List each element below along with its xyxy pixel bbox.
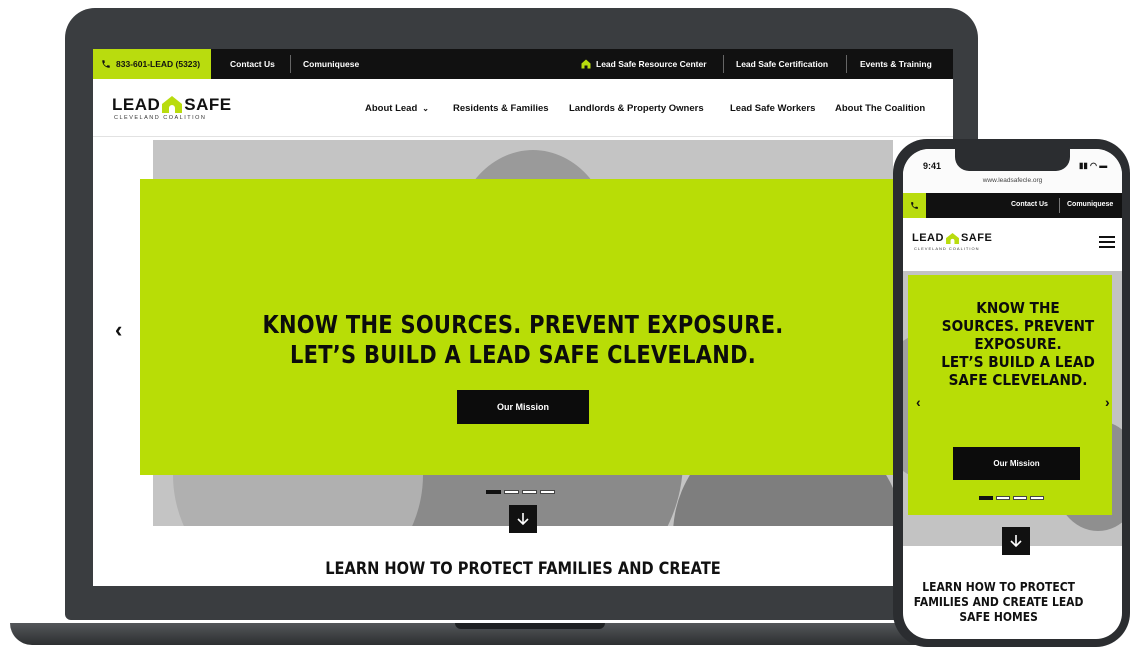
mobile-learn-line-3: SAFE HOMES xyxy=(959,609,1038,624)
learn-heading: LEARN HOW TO PROTECT FAMILIES AND CREATE xyxy=(325,559,721,579)
hamburger-menu-icon[interactable] xyxy=(1099,236,1115,251)
logo-subtitle: CLEVELAND COALITION xyxy=(114,115,207,121)
mobile-learn-heading: LEARN HOW TO PROTECT FAMILIES AND CREATE… xyxy=(903,579,1096,624)
phone-notch xyxy=(955,149,1070,171)
logo-text-lead: LEAD xyxy=(112,95,161,114)
mobile-hero-headline: KNOW THE SOURCES. PREVENT EXPOSURE. LET’… xyxy=(926,299,1111,389)
mobile-utility-bar: Contact Us Comuniquese xyxy=(903,193,1122,218)
slide-dot-4[interactable] xyxy=(540,490,555,494)
mobile-headline-line-4: LET’S BUILD A LEAD xyxy=(941,353,1095,371)
divider xyxy=(290,55,291,73)
logo-house-icon xyxy=(162,96,183,113)
slide-dot-3[interactable] xyxy=(1013,496,1027,500)
signal-wifi-battery-icon: ▮▮ ◠ ▬ xyxy=(1079,161,1108,170)
desktop-website: 833-601-LEAD (5323) Contact Us Comunique… xyxy=(93,49,953,586)
phone-link[interactable]: 833-601-LEAD (5323) xyxy=(93,49,211,79)
nav-landlords[interactable]: Landlords & Property Owners xyxy=(569,103,704,114)
events-link[interactable]: Events & Training xyxy=(860,49,932,79)
mobile-prev-slide-button[interactable]: ‹ xyxy=(916,394,921,410)
slide-dot-1[interactable] xyxy=(979,496,993,500)
contact-us-link[interactable]: Contact Us xyxy=(230,49,275,79)
mobile-headline-line-1: KNOW THE xyxy=(976,299,1060,317)
phone-icon xyxy=(911,202,918,209)
comuniquese-link[interactable]: Comuniquese xyxy=(303,49,359,79)
divider xyxy=(1059,198,1060,213)
arrow-down-icon xyxy=(517,513,529,526)
logo-house-icon xyxy=(945,232,959,244)
mobile-next-slide-button[interactable]: › xyxy=(1105,394,1110,410)
slide-indicators xyxy=(486,490,555,494)
nav-about-lead-label: About Lead xyxy=(365,103,418,114)
our-mission-button[interactable]: Our Mission xyxy=(457,390,589,424)
laptop-notch xyxy=(455,623,605,629)
hero-headline-line-1: KNOW THE SOURCES. PREVENT EXPOSURE. xyxy=(262,310,784,339)
mobile-contact-us-link[interactable]: Contact Us xyxy=(1011,201,1048,208)
logo-text-safe: SAFE xyxy=(184,95,232,114)
mobile-headline-line-5: SAFE CLEVELAND. xyxy=(948,371,1088,389)
slide-dot-1[interactable] xyxy=(486,490,501,494)
mobile-learn-line-2: FAMILIES AND CREATE LEAD xyxy=(913,594,1084,609)
resource-center-link[interactable]: Lead Safe Resource Center xyxy=(581,49,707,79)
mobile-nav: LEAD SAFE CLEVELAND COALITION xyxy=(903,218,1122,271)
mobile-slide-indicators xyxy=(979,496,1044,500)
url-bar[interactable]: www.leadsafecle.org xyxy=(903,177,1122,184)
hero-slider: ‹ KNOW THE SOURCES. PREVENT EXPOSURE. LE… xyxy=(93,137,953,533)
mobile-our-mission-button[interactable]: Our Mission xyxy=(953,447,1080,480)
divider xyxy=(846,55,847,73)
slide-dot-2[interactable] xyxy=(504,490,519,494)
resource-center-label: Lead Safe Resource Center xyxy=(596,59,707,69)
logo-text-safe: SAFE xyxy=(960,232,993,244)
mobile-website: 9:41 ▮▮ ◠ ▬ www.leadsafecle.org Contact … xyxy=(903,149,1122,639)
certification-link[interactable]: Lead Safe Certification xyxy=(736,49,828,79)
mobile-headline-line-3: EXPOSURE. xyxy=(974,335,1062,353)
mobile-logo[interactable]: LEAD SAFE CLEVELAND COALITION xyxy=(912,232,992,251)
slide-dot-4[interactable] xyxy=(1030,496,1044,500)
hero-headline-line-2: LET’S BUILD A LEAD SAFE CLEVELAND. xyxy=(289,340,757,369)
house-icon xyxy=(581,59,591,69)
utility-bar: 833-601-LEAD (5323) Contact Us Comunique… xyxy=(93,49,953,79)
divider xyxy=(723,55,724,73)
mobile-phone-link[interactable] xyxy=(903,193,926,218)
logo-text-lead: LEAD xyxy=(912,232,944,244)
status-time: 9:41 xyxy=(923,161,942,171)
main-nav: LEAD SAFE CLEVELAND COALITION About Lead… xyxy=(93,79,953,137)
slide-dot-2[interactable] xyxy=(996,496,1010,500)
chevron-down-icon: ⌄ xyxy=(422,104,429,113)
prev-slide-button[interactable]: ‹ xyxy=(115,317,122,343)
logo[interactable]: LEAD SAFE CLEVELAND COALITION xyxy=(112,96,232,121)
scroll-down-button[interactable] xyxy=(509,505,537,533)
mobile-learn-line-1: LEARN HOW TO PROTECT xyxy=(922,579,1075,594)
phone-icon xyxy=(101,59,111,69)
logo-subtitle: CLEVELAND COALITION xyxy=(914,246,980,251)
nav-workers[interactable]: Lead Safe Workers xyxy=(730,103,815,114)
mobile-headline-line-2: SOURCES. PREVENT xyxy=(941,317,1095,335)
nav-residents[interactable]: Residents & Families xyxy=(453,103,549,114)
arrow-down-icon xyxy=(1010,535,1022,548)
phone-number: 833-601-LEAD (5323) xyxy=(116,59,201,69)
slide-dot-3[interactable] xyxy=(522,490,537,494)
mobile-scroll-down-button[interactable] xyxy=(1002,527,1030,555)
nav-about-lead[interactable]: About Lead ⌄ xyxy=(365,103,429,114)
mobile-comuniquese-link[interactable]: Comuniquese xyxy=(1067,201,1113,208)
nav-coalition[interactable]: About The Coalition xyxy=(835,103,925,114)
